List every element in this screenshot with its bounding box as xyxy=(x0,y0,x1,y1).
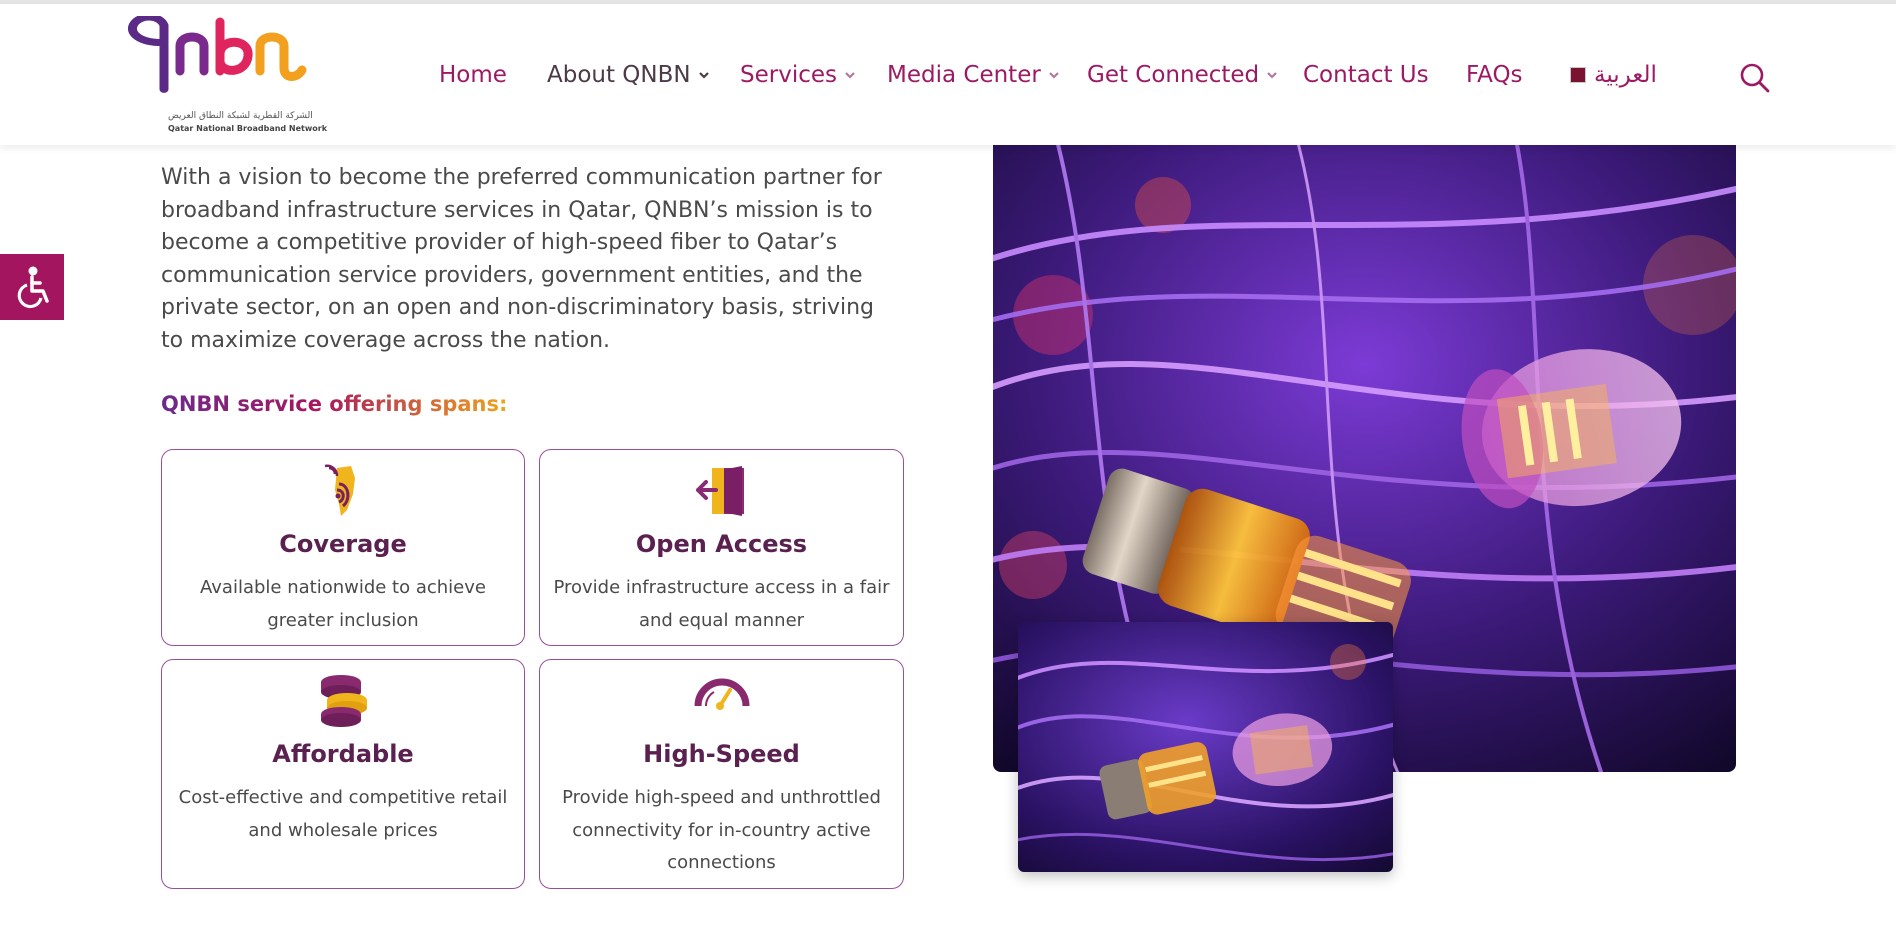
nav-services-label: Services xyxy=(740,62,837,88)
chevron-down-icon xyxy=(698,72,709,79)
nav-services[interactable]: Services xyxy=(740,62,855,88)
nav-about-qnbn[interactable]: About QNBN xyxy=(547,62,709,88)
nav-home-label: Home xyxy=(439,62,507,88)
nav-get-connected-label: Get Connected xyxy=(1087,62,1260,88)
coins-icon xyxy=(321,675,367,727)
service-card-high-speed: High-Speed Provide high-speed and unthro… xyxy=(539,659,904,889)
language-label: العربية xyxy=(1594,62,1657,88)
search-icon[interactable] xyxy=(1739,62,1771,94)
card-description: Provide infrastructure access in a fair … xyxy=(553,577,890,631)
nav-contact-us[interactable]: Contact Us xyxy=(1303,62,1429,88)
service-card-affordable: Affordable Cost-effective and competitiv… xyxy=(161,659,525,889)
chevron-down-icon xyxy=(845,72,855,79)
language-switch[interactable]: العربية xyxy=(1570,62,1657,88)
qatar-flag-icon xyxy=(1570,67,1586,83)
qnbn-wordmark-logo xyxy=(128,16,307,93)
chevron-down-icon xyxy=(1267,72,1277,79)
speedometer-icon xyxy=(694,678,749,710)
site-header: الشركة القطرية لشبكة النطاق العريض Qatar… xyxy=(0,4,1896,145)
card-description: Provide high-speed and unthrottled conne… xyxy=(562,787,881,873)
qnbn-logo[interactable]: الشركة القطرية لشبكة النطاق العريض Qatar… xyxy=(120,16,327,138)
nav-faqs[interactable]: FAQs xyxy=(1466,62,1523,88)
fiber-optic-inset-image xyxy=(1018,622,1393,872)
card-title: Open Access xyxy=(635,530,808,558)
card-title: Affordable xyxy=(272,740,414,768)
service-card-coverage: Coverage Available nationwide to achieve… xyxy=(161,449,525,646)
nav-media-center[interactable]: Media Center xyxy=(887,62,1059,88)
nav-media-center-label: Media Center xyxy=(887,62,1041,88)
accessibility-button[interactable] xyxy=(0,254,64,320)
open-door-icon xyxy=(695,466,744,516)
service-card-open-access: Open Access Provide infrastructure acces… xyxy=(539,449,904,646)
card-title: Coverage xyxy=(279,530,407,558)
nav-faqs-label: FAQs xyxy=(1466,62,1523,88)
nav-get-connected[interactable]: Get Connected xyxy=(1087,62,1277,88)
nav-home[interactable]: Home xyxy=(439,62,507,88)
mission-paragraph: With a vision to become the preferred co… xyxy=(161,165,882,353)
chevron-down-icon xyxy=(1049,72,1059,79)
nav-about-label: About QNBN xyxy=(547,62,691,88)
coverage-map-icon xyxy=(324,464,355,516)
logo-arabic-name: الشركة القطرية لشبكة النطاق العريض xyxy=(168,111,313,121)
card-description: Cost-effective and competitive retail an… xyxy=(178,787,508,841)
card-description: Available nationwide to achieve greater … xyxy=(200,577,486,631)
service-offering-heading: QNBN service offering spans: xyxy=(161,392,508,416)
card-title: High-Speed xyxy=(643,740,800,768)
logo-english-name: Qatar National Broadband Network xyxy=(168,124,328,133)
nav-contact-us-label: Contact Us xyxy=(1303,62,1429,88)
wheelchair-icon xyxy=(17,266,49,309)
